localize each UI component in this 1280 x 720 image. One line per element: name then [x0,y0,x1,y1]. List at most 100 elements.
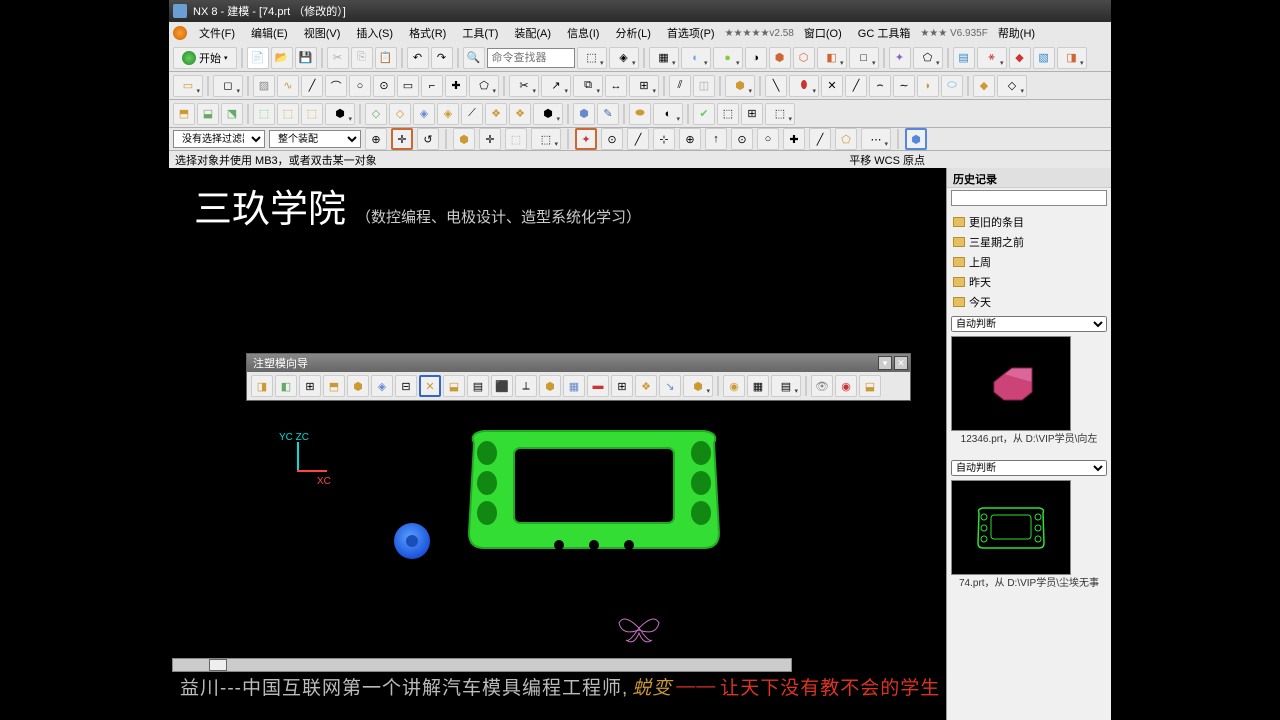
history-thumb-1[interactable]: 12346.prt，从 D:\VIP学员\向左 [951,336,1107,448]
horizontal-scrollbar[interactable] [172,658,792,672]
thumb1-mode-select[interactable]: 自动判断 [951,316,1107,332]
mw-7[interactable]: ⊟ [395,375,417,397]
fl-a[interactable]: ⊕ [365,128,387,150]
mw-15[interactable]: ▬ [587,375,609,397]
tb2-rect[interactable]: ▭ [397,75,419,97]
tb3-a2[interactable]: ⬓ [197,103,219,125]
menu-window[interactable]: 窗口(O) [798,23,848,43]
tb2-h5[interactable]: ⌢ [869,75,891,97]
filter-dropdown-2[interactable]: 整个装配 [269,130,361,148]
folder-3weeks[interactable]: 三星期之前 [947,232,1111,252]
fl-snap10[interactable]: ╱ [809,128,831,150]
fl-snap4[interactable]: ⊹ [653,128,675,150]
fl-cube-icon[interactable]: ⬢ [905,128,927,150]
paste-button[interactable]: 📋 [375,47,397,69]
copy-button[interactable]: ⎘ [351,47,373,69]
tb2-profile[interactable]: ▨ [253,75,275,97]
tb1-g[interactable]: ◧ [817,47,847,69]
tb3-c5[interactable]: ⟋ [461,103,483,125]
mw-22[interactable]: ▤ [771,375,801,397]
tb3-f4[interactable]: ⬚ [765,103,795,125]
fl-snap7[interactable]: ⊙ [731,128,753,150]
tb2-i1[interactable]: ◆ [973,75,995,97]
tb3-b1[interactable]: ⬚ [253,103,275,125]
menu-view[interactable]: 视图(V) [298,23,347,43]
tb1-f[interactable]: ◑ [745,47,767,69]
cmd-finder-input[interactable] [487,48,575,68]
cut-button[interactable]: ✂ [327,47,349,69]
tb2-a[interactable]: ◻ [213,75,243,97]
tb2-point[interactable]: ✚ [445,75,467,97]
fl-snap3[interactable]: ╱ [627,128,649,150]
save-button[interactable]: 💾 [295,47,317,69]
open-button[interactable]: 📂 [271,47,293,69]
tb2-h4[interactable]: ╱ [845,75,867,97]
mw-8[interactable]: ✕ [419,375,441,397]
mw-6[interactable]: ◈ [371,375,393,397]
tb1-b[interactable]: ◈ [609,47,639,69]
tb2-line2[interactable]: ╱ [301,75,323,97]
tb2-cube[interactable]: ⬢ [725,75,755,97]
tb1-a[interactable]: ⬚ [577,47,607,69]
tb2-f[interactable]: ⫽ [669,75,691,97]
mw-5[interactable]: ⬢ [347,375,369,397]
fl-snap12[interactable]: ⋯ [861,128,891,150]
mw-2[interactable]: ◧ [275,375,297,397]
tb1-d[interactable]: ◐ [681,47,711,69]
fl-e[interactable]: ✛ [479,128,501,150]
fl-d[interactable]: ⬢ [453,128,475,150]
tb2-e[interactable]: ⊞ [629,75,659,97]
tb2-arc[interactable]: ⌒ [325,75,347,97]
mold-minimize-icon[interactable]: ▾ [878,356,892,370]
fl-snap8[interactable]: ○ [757,128,779,150]
mw-13[interactable]: ⬢ [539,375,561,397]
mw-1[interactable]: ◨ [251,375,273,397]
menu-file[interactable]: 文件(F) [193,23,241,43]
tb1-k4[interactable]: ▧ [1033,47,1055,69]
fl-snap2[interactable]: ⊙ [601,128,623,150]
tb2-line[interactable]: ∿ [277,75,299,97]
fl-snap1[interactable]: ✦ [575,128,597,150]
folder-lastweek[interactable]: 上周 [947,252,1111,272]
fl-snap11[interactable]: ⬠ [835,128,857,150]
tb1-e[interactable]: ● [713,47,743,69]
tb2-h1[interactable]: ╲ [765,75,787,97]
tb3-f1[interactable]: ✔ [693,103,715,125]
mw-17[interactable]: ❖ [635,375,657,397]
tb2-c[interactable]: ↗ [541,75,571,97]
tb2-h7[interactable]: ◗ [917,75,939,97]
menu-help[interactable]: 帮助(H) [992,23,1041,43]
mold-close-icon[interactable]: ✕ [894,356,908,370]
tb3-e2[interactable]: ◐ [653,103,683,125]
mw-10[interactable]: ▤ [467,375,489,397]
menu-format[interactable]: 格式(R) [403,23,452,43]
tb1-h[interactable]: □ [849,47,879,69]
menu-insert[interactable]: 插入(S) [350,23,399,43]
filter-dropdown-1[interactable]: 没有选择过滤器 [173,130,265,148]
fl-snap5[interactable]: ⊕ [679,128,701,150]
fl-g[interactable]: ⬚ [531,128,561,150]
mw-4[interactable]: ⬒ [323,375,345,397]
mw-19[interactable]: ⬢ [683,375,713,397]
tb1-k3[interactable]: ◆ [1009,47,1031,69]
scrollbar-thumb[interactable] [209,659,227,671]
mw-24[interactable]: ◉ [835,375,857,397]
menu-edit[interactable]: 编辑(E) [245,23,294,43]
tb2-h8[interactable]: ⬭ [941,75,963,97]
tb1-cube2[interactable]: ⬡ [793,47,815,69]
tb1-k1[interactable]: ▤ [953,47,975,69]
tb3-c3[interactable]: ◈ [413,103,435,125]
tb2-fillet[interactable]: ⌐ [421,75,443,97]
thumb2-mode-select[interactable]: 自动判断 [951,460,1107,476]
menu-tools[interactable]: 工具(T) [456,23,504,43]
tb3-c7[interactable]: ❖ [509,103,531,125]
model-part[interactable] [459,423,729,563]
fl-c[interactable]: ↺ [417,128,439,150]
tb2-h6[interactable]: ∼ [893,75,915,97]
tb3-b3[interactable]: ⬚ [301,103,323,125]
mw-12[interactable]: ⟂ [515,375,537,397]
fl-snap6[interactable]: ↑ [705,128,727,150]
redo-button[interactable]: ↷ [431,47,453,69]
tb2-h2[interactable]: ⬮ [789,75,819,97]
new-button[interactable]: 📄 [247,47,269,69]
